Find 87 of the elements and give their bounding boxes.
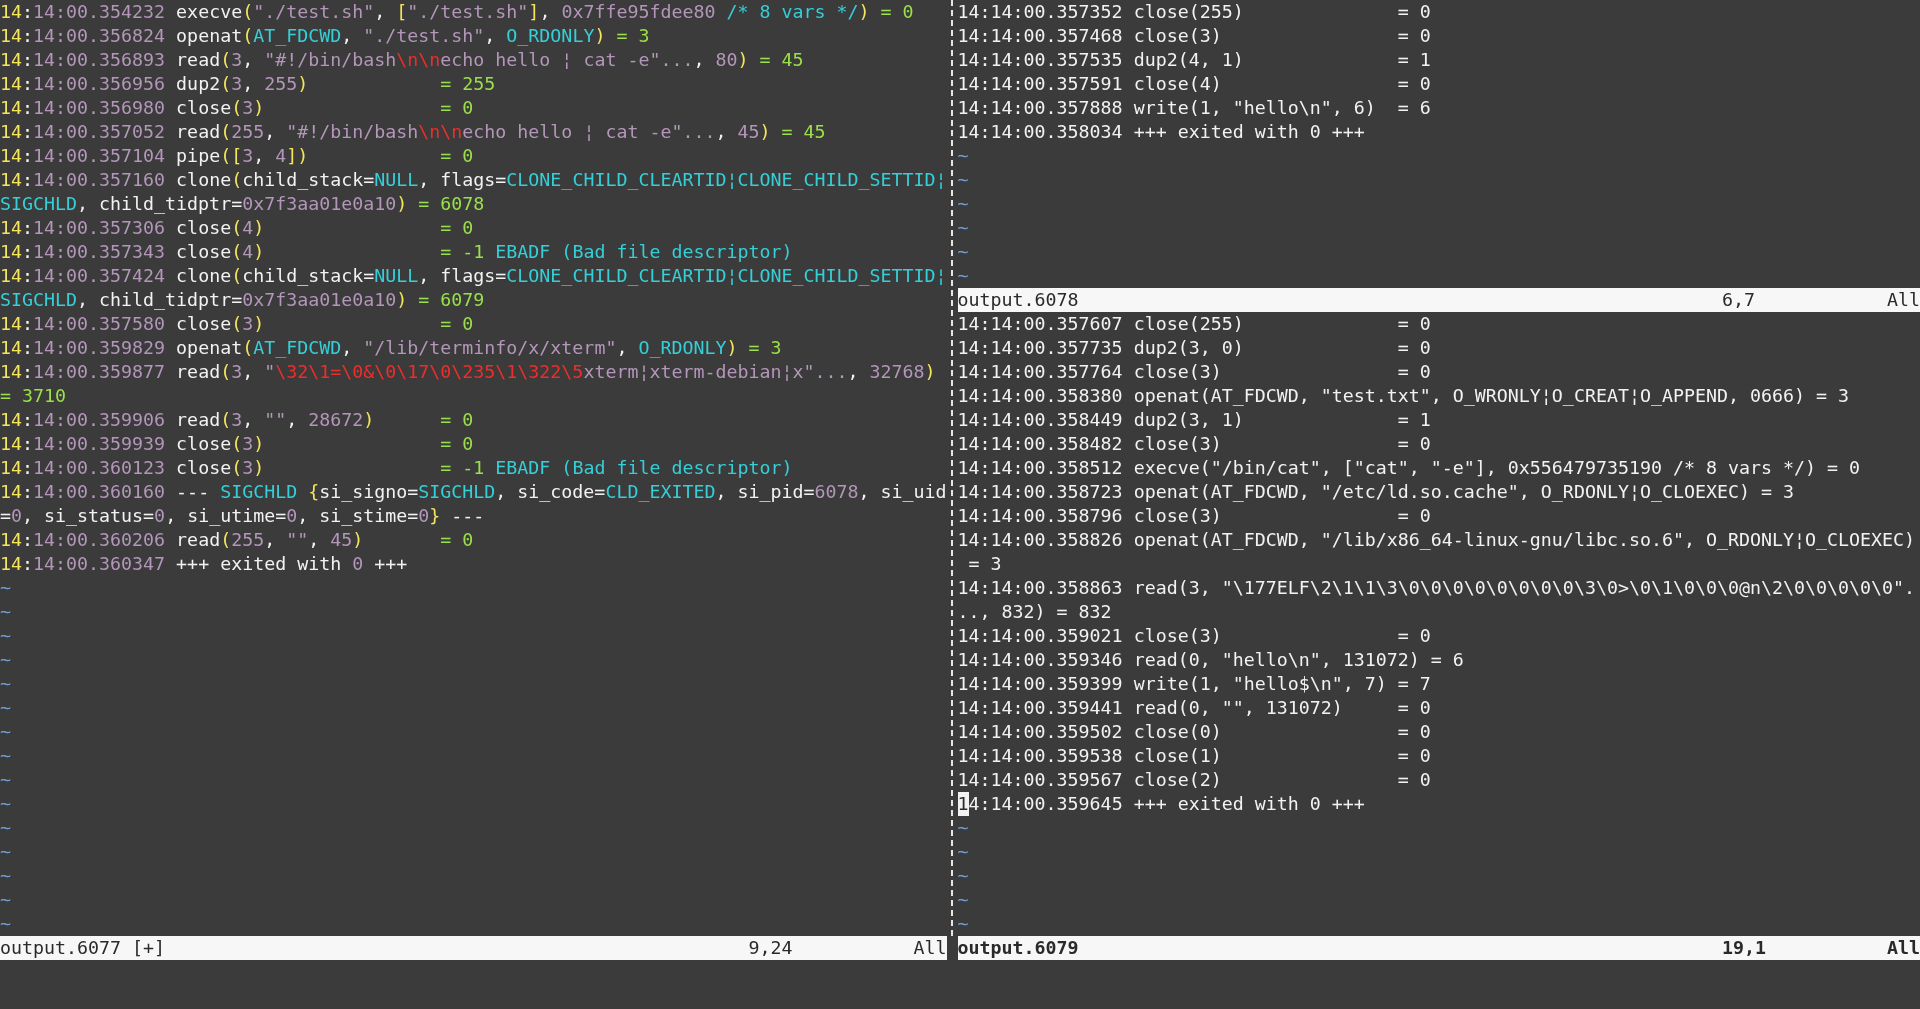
empty-line-marker: ~ xyxy=(0,888,11,912)
log-line: 14:14:00.356956 dup2(3, 255) = 255 xyxy=(0,72,497,96)
empty-line-marker: ~ xyxy=(0,576,11,600)
log-line: SIGCHLD, child_tidptr=0x7f3aa01e0a10) = 6078 xyxy=(0,192,486,216)
log-line: 14:14:00.359538 close(1) = 0 xyxy=(957,744,1432,768)
log-line: =0, si_status=0, si_utime=0, si_stime=0} --- xyxy=(0,504,486,528)
empty-line-marker: ~ xyxy=(0,840,11,864)
log-line: 14:14:00.357735 dup2(3, 0) = 0 xyxy=(957,336,1432,360)
log-line: 14:14:00.360123 close(3) = -1 EBADF (Bad file descriptor) xyxy=(0,456,794,480)
log-line: = 3 xyxy=(967,552,1003,576)
cursor-position: 19,1 xyxy=(1721,936,1767,960)
file-name: output.6077 [+] xyxy=(0,936,167,960)
log-line: 14:14:00.358482 close(3) = 0 xyxy=(957,432,1432,456)
empty-line-marker: ~ xyxy=(957,912,969,936)
log-line: 14:14:00.360160 --- SIGCHLD {si_signo=SIGCHLD, si_code=CLD_EXITED, si_pid=6078, si_uid xyxy=(0,480,947,504)
log-line: 14:14:00.357468 close(3) = 0 xyxy=(957,24,1432,48)
log-line: 14:14:00.359877 read(3, "\32\1=\0&\0\17\0\235\1\322\5xterm¦xterm-debian¦x"..., 32768) xyxy=(0,360,937,384)
log-line: 14:14:00.359021 close(3) = 0 xyxy=(957,624,1432,648)
empty-line-marker: ~ xyxy=(0,792,11,816)
log-line: = 3710 xyxy=(0,384,68,408)
log-line: 14:14:00.359567 close(2) = 0 xyxy=(957,768,1432,792)
log-line: 14:14:00.357535 dup2(4, 1) = 1 xyxy=(957,48,1432,72)
empty-line-marker: ~ xyxy=(957,240,969,264)
empty-line-marker: ~ xyxy=(0,744,11,768)
log-line: 14:14:00.356824 openat(AT_FDCWD, "./test.sh", O_RDONLY) = 3 xyxy=(0,24,651,48)
log-line: 14:14:00.357607 close(255) = 0 xyxy=(957,312,1432,336)
log-line: 14:14:00.357104 pipe([3, 4]) = 0 xyxy=(0,144,475,168)
empty-line-marker: ~ xyxy=(957,264,969,288)
file-name: output.6079 xyxy=(957,936,1080,960)
empty-line-marker: ~ xyxy=(957,144,969,168)
log-line: 14:14:00.358380 openat(AT_FDCWD, "test.txt", O_WRONLY¦O_CREAT¦O_APPEND, 0666) = 3 xyxy=(957,384,1851,408)
file-name: output.6078 xyxy=(957,288,1080,312)
log-line: 14:14:00.358863 read(3, "\177ELF\2\1\1\3\0\0\0\0\0\0\0\0\3\0>\0\1\0\0\0@n\2\0\0\0\0\0". xyxy=(957,576,1917,600)
scroll-position: All xyxy=(1887,288,1920,312)
empty-line-marker: ~ xyxy=(0,696,11,720)
text-cursor: 1 xyxy=(957,792,969,816)
empty-line-marker: ~ xyxy=(957,168,969,192)
log-line: 14:14:00.357888 write(1, "hello\n", 6) = 6 xyxy=(957,96,1432,120)
cursor-position: 9,24 xyxy=(748,936,794,960)
empty-line-marker: ~ xyxy=(0,624,11,648)
log-line: 14:14:00.357306 close(4) = 0 xyxy=(0,216,475,240)
empty-line-marker: ~ xyxy=(0,720,11,744)
log-line: 14:14:00.360347 +++ exited with 0 +++ xyxy=(0,552,409,576)
log-line: 14:14:00.358723 openat(AT_FDCWD, "/etc/ld.so.cache", O_RDONLY¦O_CLOEXEC) = 3 xyxy=(957,480,1795,504)
log-line: 14:14:00.359346 read(0, "hello\n", 131072) = 6 xyxy=(957,648,1465,672)
log-line: 14:14:00.358826 openat(AT_FDCWD, "/lib/x86_64-linux-gnu/libc.so.6", O_RDONLY¦O_CLOEXEC) xyxy=(957,528,1917,552)
log-line: 14:14:00.358034 +++ exited with 0 +++ xyxy=(957,120,1366,144)
log-line: 14:14:00.354232 execve("./test.sh", ["./test.sh"], 0x7ffe95fdee80 /* 8 vars */) = 0 xyxy=(0,0,915,24)
log-line: 14:14:00.357591 close(4) = 0 xyxy=(957,72,1432,96)
log-line: .., 832) = 832 xyxy=(957,600,1113,624)
log-line: 14:14:00.359399 write(1, "hello$\n", 7) = 7 xyxy=(957,672,1432,696)
log-line: 14:14:00.357343 close(4) = -1 EBADF (Bad file descriptor) xyxy=(0,240,794,264)
log-line: 14:14:00.357764 close(3) = 0 xyxy=(957,360,1432,384)
empty-line-marker: ~ xyxy=(0,912,11,936)
empty-line-marker: ~ xyxy=(0,672,11,696)
log-line: 14:14:00.359502 close(0) = 0 xyxy=(957,720,1432,744)
empty-line-marker: ~ xyxy=(957,840,969,864)
log-line: 14:14:00.356980 close(3) = 0 xyxy=(0,96,475,120)
empty-line-marker: ~ xyxy=(957,888,969,912)
log-line: 14:14:00.358449 dup2(3, 1) = 1 xyxy=(957,408,1432,432)
log-line: 14:14:00.360206 read(255, "", 45) = 0 xyxy=(0,528,475,552)
log-line: 14:14:00.359906 read(3, "", 28672) = 0 xyxy=(0,408,475,432)
empty-line-marker: ~ xyxy=(957,864,969,888)
empty-line-marker: ~ xyxy=(0,768,11,792)
log-line: 14:14:00.358512 execve("/bin/cat", ["cat", "-e"], 0x556479735190 /* 8 vars */) = 0 xyxy=(957,456,1862,480)
empty-line-marker: ~ xyxy=(0,864,11,888)
log-line: 14:14:00.359939 close(3) = 0 xyxy=(0,432,475,456)
scroll-position: All xyxy=(1887,936,1920,960)
log-line: 14:14:00.359829 openat(AT_FDCWD, "/lib/terminfo/x/xterm", O_RDONLY) = 3 xyxy=(0,336,783,360)
log-line: 14:14:00.356893 read(3, "#!/bin/bash\n\necho hello ¦ cat -e"..., 80) = 45 xyxy=(0,48,805,72)
log-line: 14:14:00.357160 clone(child_stack=NULL, flags=CLONE_CHILD_CLEARTID¦CLONE_CHILD_SETTID¦ xyxy=(0,168,947,192)
log-line: 14:14:00.357580 close(3) = 0 xyxy=(0,312,475,336)
log-line: 4:14:00.359645 +++ exited with 0 +++ xyxy=(968,792,1365,816)
log-line: 14:14:00.357424 clone(child_stack=NULL, flags=CLONE_CHILD_CLEARTID¦CLONE_CHILD_SETTID¦ xyxy=(0,264,947,288)
empty-line-marker: ~ xyxy=(0,816,11,840)
log-line: 14:14:00.357352 close(255) = 0 xyxy=(957,0,1432,24)
empty-line-marker: ~ xyxy=(0,600,11,624)
log-line: 14:14:00.359441 read(0, "", 131072) = 0 xyxy=(957,696,1432,720)
log-line: 14:14:00.357052 read(255, "#!/bin/bash\n\necho hello ¦ cat -e"..., 45) = 45 xyxy=(0,120,827,144)
empty-line-marker: ~ xyxy=(0,648,11,672)
scroll-position: All xyxy=(913,936,947,960)
log-line: 14:14:00.358796 close(3) = 0 xyxy=(957,504,1432,528)
log-line: SIGCHLD, child_tidptr=0x7f3aa01e0a10) = 6079 xyxy=(0,288,486,312)
empty-line-marker: ~ xyxy=(957,192,969,216)
empty-line-marker: ~ xyxy=(957,216,969,240)
empty-line-marker: ~ xyxy=(957,816,969,840)
cursor-position: 6,7 xyxy=(1721,288,1756,312)
